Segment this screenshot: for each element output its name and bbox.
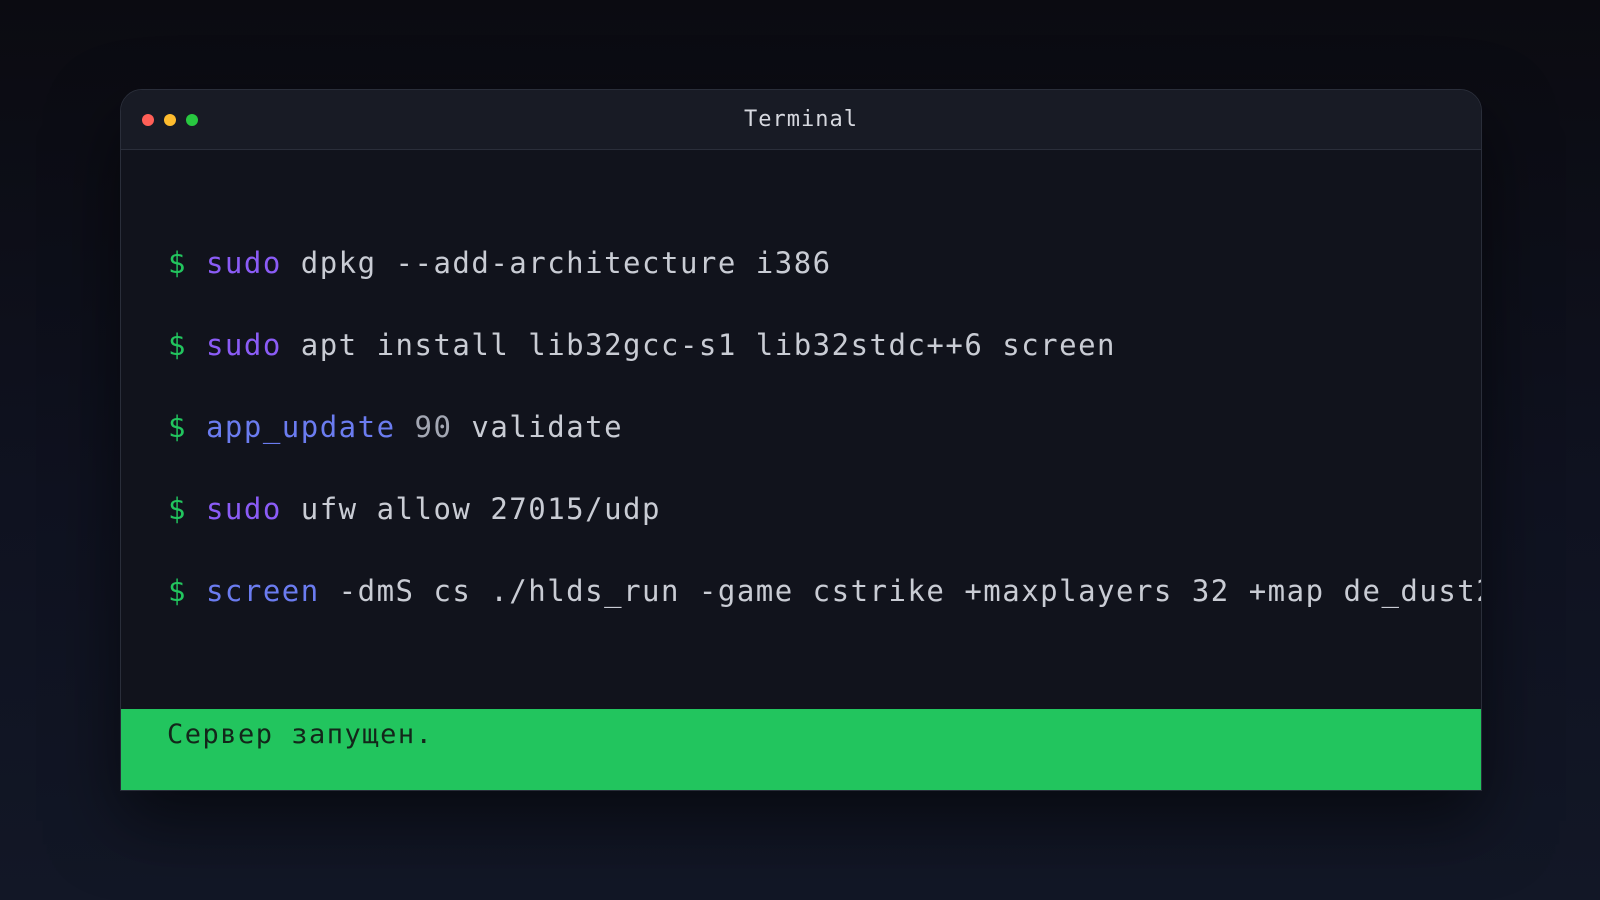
command-number: 90 [414,410,453,444]
terminal-output[interactable]: $ sudo dpkg --add-architecture i386 $ su… [121,150,1481,708]
command-name: sudo [205,246,282,280]
status-message: Сервер запущен. [167,719,434,750]
prompt-symbol: $ [168,410,187,444]
status-bar: Сервер запущен. [121,709,1481,790]
command-line: $ sudo dpkg --add-architecture i386 [168,246,832,280]
command-line: $ screen -dmS cs ./hlds_run -game cstrik… [168,574,1481,608]
command-name: app_update [205,410,396,444]
command-line: $ sudo ufw allow 27015/udp [168,492,661,526]
command-name: sudo [205,328,282,362]
command-args: ufw allow 27015/udp [300,492,661,526]
command-args: -dmS cs ./hlds_run -game cstrike +maxpla… [338,574,1481,608]
command-line: $ app_update 90 validate [168,410,623,444]
prompt-symbol: $ [168,246,187,280]
title-bar[interactable]: Terminal [121,90,1481,150]
window-title: Terminal [744,107,858,132]
prompt-symbol: $ [168,574,187,608]
terminal-window: Terminal $ sudo dpkg --add-architecture … [120,89,1482,791]
command-args: validate [471,410,624,444]
prompt-symbol: $ [168,328,187,362]
prompt-symbol: $ [168,492,187,526]
command-name: screen [205,574,320,608]
command-args: dpkg --add-architecture i386 [300,246,832,280]
command-name: sudo [205,492,282,526]
command-line: $ sudo apt install lib32gcc-s1 lib32stdc… [168,328,1116,362]
command-args: apt install lib32gcc-s1 lib32stdc++6 scr… [300,328,1117,362]
